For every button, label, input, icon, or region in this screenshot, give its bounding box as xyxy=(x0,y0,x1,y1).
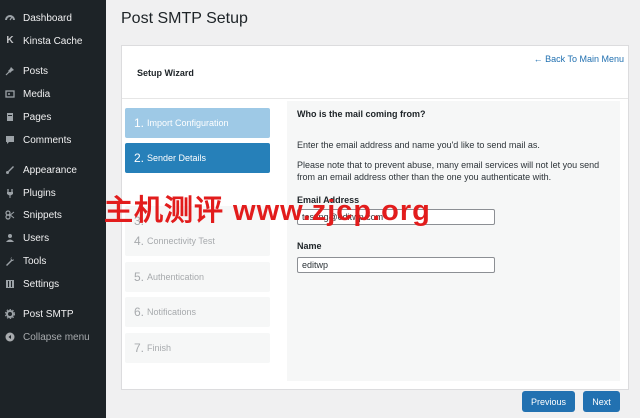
step-number: 4. xyxy=(134,234,145,248)
settings-icon xyxy=(5,279,15,289)
previous-button[interactable]: Previous xyxy=(522,391,575,412)
step-label: Finish xyxy=(147,343,172,353)
name-label: Name xyxy=(297,241,322,251)
step-number: 5. xyxy=(134,270,145,284)
comments-icon xyxy=(5,135,15,145)
step-import-configuration[interactable]: 1. Import Configuration xyxy=(125,108,270,138)
step-sender-details[interactable]: 2. Sender Details xyxy=(125,143,270,173)
email-field[interactable] xyxy=(297,209,495,225)
sidebar-item-appearance[interactable]: Appearance xyxy=(0,160,106,180)
admin-sidebar: Dashboard K Kinsta Cache Posts Media Pag… xyxy=(0,0,106,418)
step-authentication[interactable]: 5. Authentication xyxy=(125,262,270,292)
sidebar-item-posts[interactable]: Posts xyxy=(0,61,106,81)
back-to-main-menu-link[interactable]: ← Back To Main Menu xyxy=(534,54,624,64)
step-number: 2. xyxy=(134,151,145,165)
sidebar-item-label: Snippets xyxy=(23,209,62,221)
media-icon xyxy=(5,89,15,99)
sidebar-item-kinsta-cache[interactable]: K Kinsta Cache xyxy=(0,31,106,51)
sidebar-item-settings[interactable]: Settings xyxy=(0,274,106,294)
sidebar-item-plugins[interactable]: Plugins xyxy=(0,183,106,203)
kinsta-icon: K xyxy=(6,35,14,46)
sidebar-item-label: Post SMTP xyxy=(23,308,74,320)
wizard-label: Setup Wizard xyxy=(137,68,194,78)
step-label: Sender Details xyxy=(147,153,207,163)
step-connectivity-test[interactable]: 4. Connectivity Test xyxy=(125,226,270,256)
sidebar-item-pages[interactable]: Pages xyxy=(0,107,106,127)
sidebar-item-label: Collapse menu xyxy=(23,331,90,343)
plugins-icon xyxy=(5,188,15,198)
step-number: 1. xyxy=(134,116,145,130)
name-field[interactable] xyxy=(297,257,495,273)
page-title: Post SMTP Setup xyxy=(121,10,248,27)
sidebar-item-label: Media xyxy=(23,88,51,100)
step-label: Connectivity Test xyxy=(147,236,215,246)
next-button[interactable]: Next xyxy=(583,391,620,412)
appearance-icon xyxy=(5,165,15,175)
sidebar-item-post-smtp[interactable]: Post SMTP xyxy=(0,304,106,324)
collapse-menu-button[interactable]: Collapse menu xyxy=(0,327,106,347)
sidebar-item-tools[interactable]: Tools xyxy=(0,251,106,271)
section-heading: Who is the mail coming from? xyxy=(297,109,426,119)
sidebar-item-users[interactable]: Users xyxy=(0,228,106,248)
users-icon xyxy=(5,233,15,243)
step-label: Authentication xyxy=(147,272,205,282)
step-notifications[interactable]: 6. Notifications xyxy=(125,297,270,327)
sidebar-item-label: Users xyxy=(23,232,50,244)
sidebar-item-dashboard[interactable]: Dashboard xyxy=(0,8,106,28)
snippets-icon xyxy=(5,210,15,220)
dashboard-icon xyxy=(5,13,15,23)
pages-icon xyxy=(5,112,15,122)
sidebar-item-label: Kinsta Cache xyxy=(23,35,83,47)
back-link-label: Back To Main Menu xyxy=(545,54,624,64)
intro-text: Enter the email address and name you'd l… xyxy=(297,140,540,150)
sidebar-item-label: Pages xyxy=(23,111,52,123)
sidebar-item-comments[interactable]: Comments xyxy=(0,130,106,150)
step-content: Who is the mail coming from? Enter the e… xyxy=(287,101,620,381)
pin-icon xyxy=(5,66,15,76)
sidebar-item-label: Dashboard xyxy=(23,12,72,24)
step-number: 6. xyxy=(134,305,145,319)
step-label: Import Configuration xyxy=(147,118,229,128)
sidebar-item-media[interactable]: Media xyxy=(0,84,106,104)
wizard-header: Setup Wizard ← Back To Main Menu xyxy=(122,46,628,99)
collapse-icon xyxy=(5,332,15,342)
sidebar-item-label: Plugins xyxy=(23,187,56,199)
sidebar-item-label: Appearance xyxy=(23,164,77,176)
sidebar-item-label: Comments xyxy=(23,134,72,146)
sidebar-item-label: Tools xyxy=(23,255,47,267)
abuse-note: Please note that to prevent abuse, many … xyxy=(297,160,600,182)
gear-icon xyxy=(5,309,15,319)
arrow-left-icon: ← xyxy=(533,54,543,64)
step-number: 7. xyxy=(134,341,145,355)
step-finish[interactable]: 7. Finish xyxy=(125,333,270,363)
email-label: Email Address xyxy=(297,195,360,205)
sidebar-item-label: Settings xyxy=(23,278,60,290)
sidebar-item-label: Posts xyxy=(23,65,49,77)
sidebar-item-snippets[interactable]: Snippets xyxy=(0,205,106,225)
step-label: Notifications xyxy=(147,307,197,317)
tools-icon xyxy=(5,256,15,266)
